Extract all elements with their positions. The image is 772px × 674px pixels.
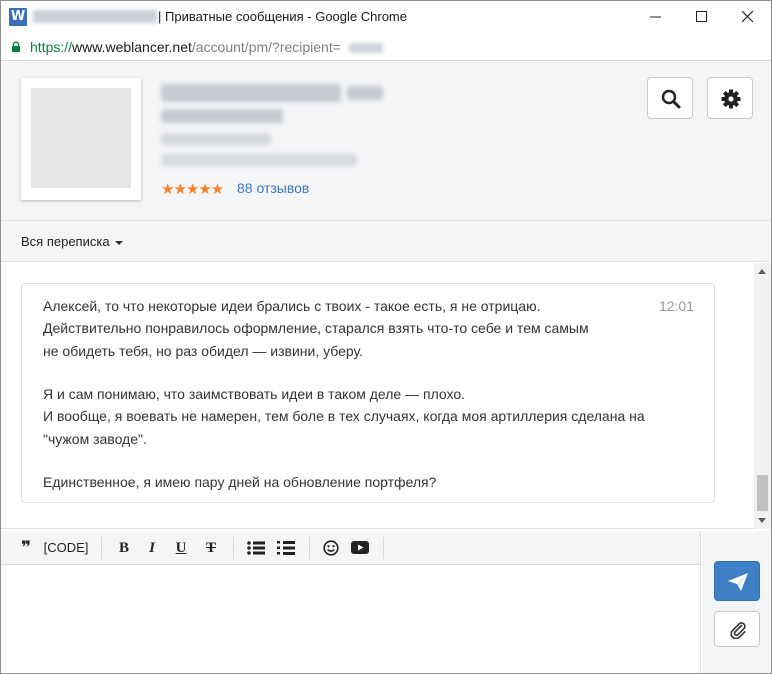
caret-down-icon	[114, 240, 123, 245]
redacted-profile-status	[161, 133, 271, 145]
bold-button[interactable]: B	[115, 539, 133, 557]
strikethrough-button[interactable]: T	[201, 539, 221, 557]
message-input[interactable]	[1, 566, 700, 673]
url-path: /account/pm/?recipient=	[191, 39, 341, 55]
message-line: не обидеть тебя, но раз обидел — извини,…	[43, 343, 364, 359]
message-line: И вообще, я воевать не намерен, тем боле…	[43, 408, 645, 424]
search-button[interactable]	[647, 77, 693, 119]
browser-window: W | Приватные сообщения - Google Chrome …	[0, 0, 772, 674]
redacted-profile-activity	[161, 154, 357, 166]
close-icon	[742, 11, 754, 23]
toolbar-separator	[101, 537, 102, 559]
weblancer-favicon-icon: W	[9, 8, 27, 26]
scrollbar-thumb[interactable]	[757, 475, 768, 511]
url-scheme: https://	[30, 39, 73, 55]
message-line: Я и сам понимаю, что заимствовать идеи в…	[43, 386, 466, 402]
avatar[interactable]	[31, 88, 131, 188]
close-button[interactable]	[725, 1, 771, 33]
message-time: 12:01	[658, 298, 694, 314]
numbered-list-icon[interactable]	[277, 540, 295, 556]
minimize-button[interactable]	[633, 1, 679, 33]
url-host: www.weblancer.net	[72, 39, 192, 55]
paper-plane-icon	[728, 573, 748, 591]
lock-icon	[12, 41, 20, 52]
attach-button[interactable]	[714, 611, 760, 647]
redacted-profile-name	[161, 84, 341, 102]
message-line: "чужом заводе".	[43, 431, 147, 447]
message-line: Алексей, то что некоторые идеи брались с…	[43, 298, 541, 314]
reviews-link[interactable]: 88 отзывов	[237, 180, 309, 196]
send-button[interactable]	[714, 561, 760, 601]
quote-button[interactable]: ❞	[17, 539, 35, 557]
youtube-icon[interactable]	[351, 541, 369, 555]
message-line: Единственное, я имею пару дней на обновл…	[43, 474, 437, 490]
editor-toolbar: ❞ [CODE] B I U T	[1, 531, 700, 565]
scroll-down-arrow-icon[interactable]	[758, 518, 766, 523]
message-line: Действительно понравилось оформление, ст…	[43, 320, 589, 336]
redacted-profile-badges	[347, 86, 383, 100]
gear-icon	[721, 89, 741, 109]
smiley-icon[interactable]	[323, 540, 339, 556]
profile-header: ★★★★★ 88 отзывов	[1, 62, 771, 220]
address-bar[interactable]: https://www.weblancer.net/account/pm/?re…	[1, 33, 771, 61]
conversation-filter-bar: Вся переписка	[1, 220, 771, 262]
maximize-button[interactable]	[679, 1, 725, 33]
redacted-profile-location	[161, 109, 283, 123]
conversation-filter-dropdown[interactable]: Вся переписка	[21, 234, 123, 249]
code-button[interactable]: [CODE]	[41, 539, 91, 557]
filter-label: Вся переписка	[21, 234, 110, 249]
message-bubble: 12:01 Алексей, то что некоторые идеи бра…	[21, 283, 715, 503]
send-panel	[702, 531, 771, 673]
toolbar-separator	[309, 537, 310, 559]
minimize-icon	[650, 16, 661, 18]
maximize-icon	[696, 11, 707, 22]
bullet-list-icon[interactable]	[247, 541, 265, 555]
redacted-recipient	[349, 43, 383, 53]
message-scrollbar[interactable]	[754, 263, 771, 529]
redacted-username	[33, 10, 157, 23]
settings-button[interactable]	[707, 77, 753, 119]
window-title: | Приватные сообщения - Google Chrome	[158, 9, 407, 24]
message-list: 12:01 Алексей, то что некоторые идеи бра…	[1, 263, 771, 529]
toolbar-separator	[383, 537, 384, 559]
title-bar: W | Приватные сообщения - Google Chrome	[1, 1, 771, 33]
message-editor: ❞ [CODE] B I U T	[1, 531, 701, 673]
toolbar-separator	[233, 537, 234, 559]
url-text[interactable]: https://www.weblancer.net/account/pm/?re…	[30, 39, 341, 55]
search-icon	[661, 89, 681, 109]
italic-button[interactable]: I	[143, 539, 161, 557]
avatar-frame	[21, 78, 141, 200]
scroll-up-arrow-icon[interactable]	[758, 269, 766, 274]
paperclip-icon	[730, 622, 746, 639]
rating-stars: ★★★★★	[161, 180, 224, 198]
underline-button[interactable]: U	[171, 539, 191, 557]
